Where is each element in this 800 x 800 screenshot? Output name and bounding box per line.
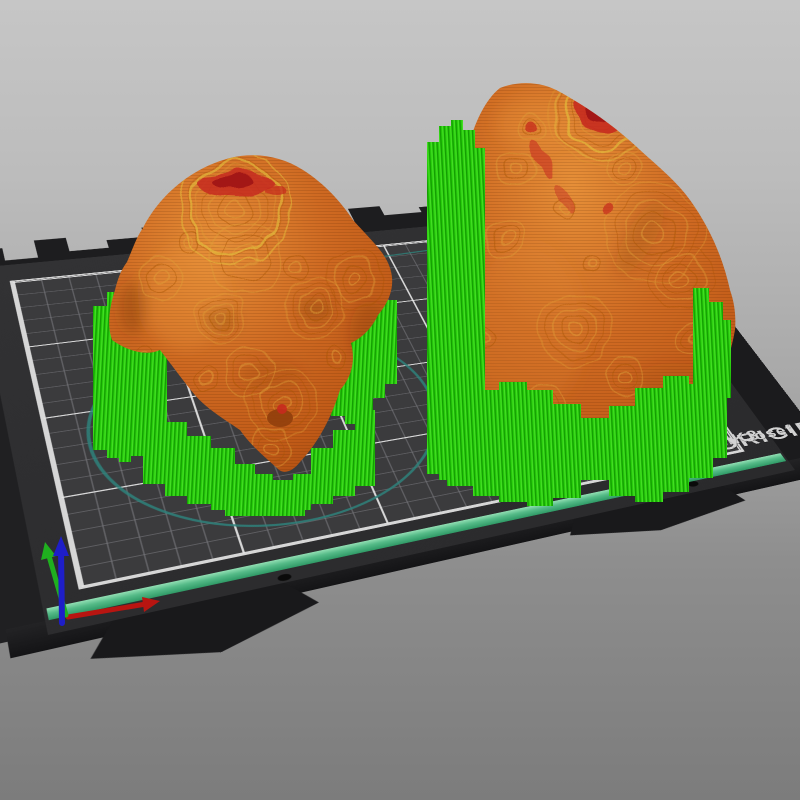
support-column — [333, 430, 355, 496]
support-column — [187, 436, 211, 504]
model-dog-head[interactable] — [85, 148, 405, 518]
support-column — [693, 288, 709, 400]
support-column — [143, 410, 165, 484]
nose-overhang-dot — [277, 404, 287, 414]
support-column — [635, 388, 663, 502]
support-column — [473, 390, 499, 496]
support-column — [447, 402, 473, 486]
support-column — [311, 448, 333, 504]
support-column — [499, 382, 527, 502]
support-column — [709, 302, 723, 412]
support-column — [663, 376, 689, 492]
support-column — [355, 410, 375, 486]
support-column — [609, 406, 635, 496]
model-dog-body[interactable] — [425, 78, 740, 518]
slicer-3d-viewport[interactable]: ORIGINAL PRUSA i3 MK3 by Josef Prusa — [0, 0, 800, 800]
support-column — [165, 422, 187, 496]
support-column — [527, 390, 553, 506]
support-column — [385, 300, 397, 384]
support-column — [427, 142, 439, 474]
support-column — [721, 320, 731, 398]
support-column — [225, 492, 305, 516]
support-column — [553, 404, 581, 498]
support-column — [93, 306, 107, 450]
support-column — [581, 418, 609, 480]
